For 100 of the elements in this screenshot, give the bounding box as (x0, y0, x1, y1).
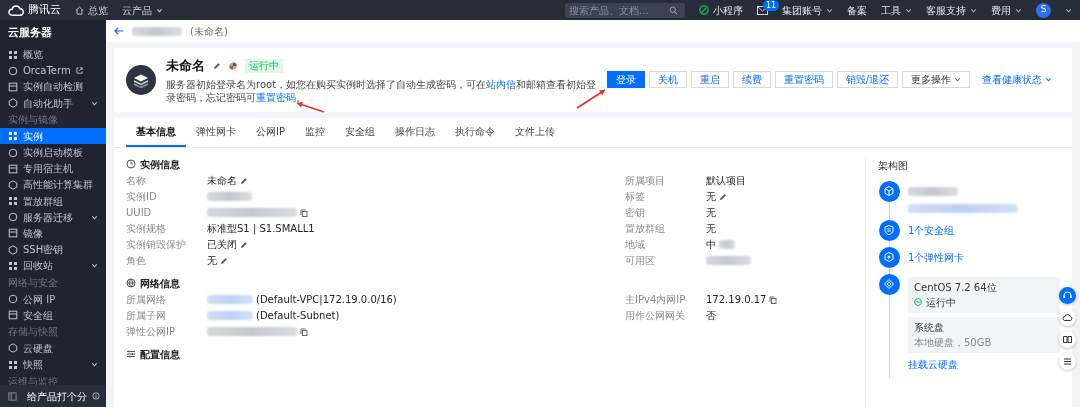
mail-icon[interactable] (757, 5, 768, 15)
running-status-icon (914, 298, 922, 306)
avatar[interactable]: S (1036, 2, 1051, 18)
field-label: 弹性公网IP (126, 325, 176, 339)
section-title: 实例信息 (140, 157, 180, 172)
circle-icon (8, 212, 18, 223)
edit-icon[interactable] (240, 176, 248, 185)
copy-icon[interactable] (300, 208, 308, 217)
os-name: CentOS 7.2 64位 (914, 280, 998, 295)
field-value: 中 (706, 238, 716, 252)
hexagon-icon (8, 98, 18, 109)
top-menu-link[interactable]: 工具 (881, 2, 912, 18)
tab[interactable]: 文件上传 (505, 117, 565, 147)
login-button[interactable]: 登录 (606, 71, 645, 89)
top-menu-link[interactable]: 备案 (847, 2, 867, 18)
sidebar-item[interactable]: 快照 (0, 356, 106, 373)
sidebar-section-heading: 存储与快照 (7, 325, 59, 340)
sidebar-item[interactable]: 回收站 (0, 257, 106, 274)
top-menu-link[interactable]: 客服支持 (926, 2, 977, 18)
redacted-blur (719, 240, 735, 249)
diamond-icon (883, 278, 895, 290)
search-icon[interactable] (669, 5, 678, 15)
topology-link[interactable]: 挂载云硬盘 (908, 356, 958, 372)
caret-icon (1065, 6, 1072, 14)
mini-program-link[interactable]: 小程序 (699, 2, 743, 18)
field-value: (Default-Subnet) (256, 309, 340, 323)
tab[interactable]: 执行命令 (445, 117, 505, 147)
field-value: 未命名 (207, 174, 237, 188)
tab[interactable]: 公网IP (246, 117, 295, 147)
clock-icon (126, 159, 136, 169)
more-actions-dropdown[interactable]: 更多操作 (902, 71, 970, 89)
sidebar-item[interactable]: 实例启动模板 (0, 144, 106, 161)
sidebar-item[interactable]: 服务器迁移 (0, 209, 106, 226)
action-button[interactable]: 续费 (732, 71, 771, 89)
sidebar-item[interactable]: OrcaTerm (0, 62, 106, 79)
top-menu-link[interactable]: 集团账号 (782, 2, 833, 18)
field-label: 地域 (625, 238, 646, 252)
sidebar-item[interactable]: 实例 (0, 128, 106, 145)
action-button[interactable]: 重启 (690, 71, 729, 89)
sidebar-item[interactable]: 镜像 (0, 225, 106, 242)
description-link[interactable]: 重置密码 (256, 91, 296, 103)
sidebar-item[interactable]: 云硬盘 (0, 340, 106, 357)
topology-link[interactable]: 1个安全组 (908, 222, 955, 238)
sidebar-item[interactable]: 置放群组 (0, 193, 106, 210)
caret-icon (905, 6, 912, 14)
search-field[interactable]: 搜索产品、文档... (565, 2, 685, 18)
field-label: 所属项目 (625, 174, 666, 188)
sidebar-item[interactable]: 公网 IP (0, 290, 106, 308)
sidebar-item[interactable]: 高性能计算集群 (0, 176, 106, 193)
health-status-link[interactable]: 查看健康状态 (974, 72, 1060, 88)
tab[interactable]: 弹性网卡 (186, 117, 246, 147)
redacted-blur (132, 26, 182, 36)
tab[interactable]: 安全组 (335, 117, 385, 147)
info-icon[interactable] (92, 392, 100, 400)
sidebar-item[interactable]: 安全组 (0, 307, 106, 324)
sidebar-item[interactable]: 概览 (0, 46, 106, 63)
square-icon (8, 81, 18, 92)
sidebar-item[interactable]: 专用宿主机 (0, 160, 106, 177)
copy-icon[interactable] (300, 327, 308, 336)
grid-icon (8, 260, 18, 271)
field-label: 实例销毁保护 (126, 238, 187, 252)
home-icon (75, 5, 84, 15)
sidebar-item[interactable]: 自动化助手 (0, 95, 106, 112)
tab[interactable]: 基本信息 (126, 117, 186, 147)
description-link[interactable]: 站内信 (486, 78, 517, 90)
field-label: 实例规格 (126, 222, 167, 236)
nav-link[interactable]: 云产品 (122, 2, 163, 18)
docs-button[interactable] (1059, 331, 1076, 348)
action-button[interactable]: 销毁/退还 (836, 71, 898, 89)
list-button[interactable] (1059, 353, 1076, 370)
back-icon[interactable] (114, 27, 124, 35)
top-menu-link[interactable]: 费用 (991, 2, 1022, 18)
edit-icon[interactable] (220, 256, 228, 265)
field-label: 密钥 (625, 206, 646, 220)
edit-icon[interactable] (213, 61, 221, 70)
edit-icon[interactable] (719, 192, 727, 201)
support-button[interactable] (1059, 287, 1076, 304)
book-icon (1062, 334, 1073, 345)
section-title: 配置信息 (140, 347, 180, 362)
section-title: 网络信息 (140, 276, 180, 291)
action-button[interactable]: 重置密码 (774, 71, 833, 89)
sidebar-item[interactable]: 实例自动检测 (0, 78, 106, 96)
sidebar-item[interactable]: SSH密钥 (0, 241, 106, 258)
hexagon-icon (883, 251, 895, 263)
copy-icon[interactable] (769, 295, 778, 304)
nav-link[interactable]: 总览 (75, 2, 108, 18)
field-label: 可用区 (625, 254, 656, 268)
tab[interactable]: 操作日志 (385, 117, 445, 147)
field-label: 名称 (126, 174, 147, 188)
topology-link[interactable]: 1个弹性网卡 (908, 249, 965, 265)
cloud-button[interactable] (1059, 309, 1076, 326)
status-badge: 运行中 (245, 58, 283, 73)
tab[interactable]: 监控 (295, 117, 335, 147)
caret-icon (826, 6, 833, 14)
edit-icon[interactable] (240, 240, 248, 249)
redacted-blur (908, 187, 958, 196)
action-button[interactable]: 关机 (648, 71, 687, 89)
field-value: 无 (706, 222, 716, 236)
field-label: 所属网络 (126, 293, 167, 307)
collapse-icon[interactable] (8, 391, 17, 401)
